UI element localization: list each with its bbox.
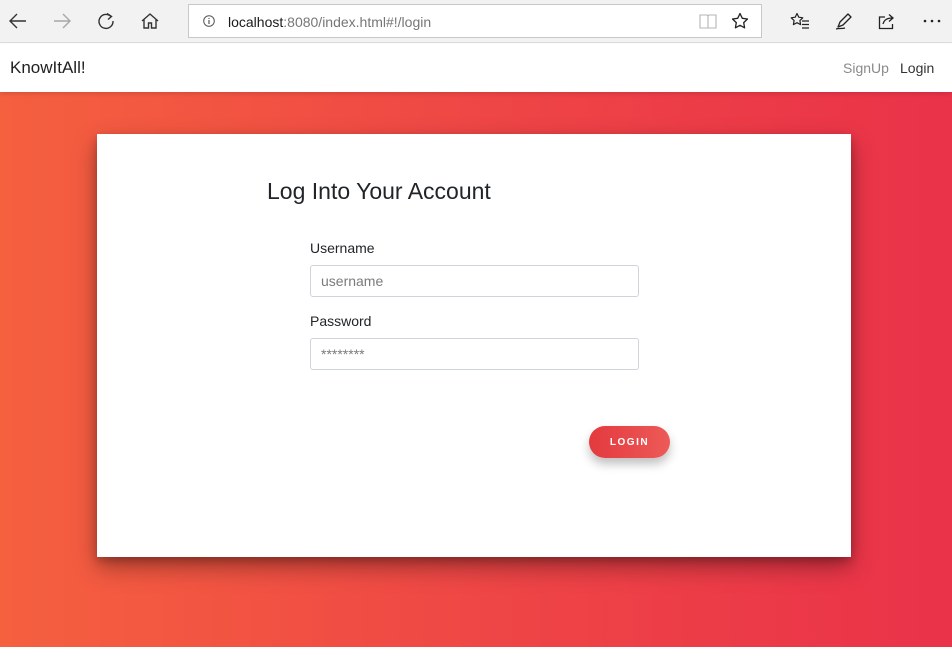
arrow-left-icon bbox=[9, 13, 26, 29]
favorites-button[interactable] bbox=[784, 6, 816, 36]
more-icon bbox=[923, 19, 941, 23]
url-path: :8080/index.html#!/login bbox=[283, 14, 432, 30]
arrow-right-icon bbox=[54, 13, 71, 29]
nav-link-login[interactable]: Login bbox=[900, 60, 934, 76]
password-input[interactable] bbox=[310, 338, 639, 370]
share-button[interactable] bbox=[871, 6, 903, 36]
forward-button[interactable] bbox=[46, 6, 78, 36]
address-bar[interactable]: localhost:8080/index.html#!/login bbox=[188, 4, 762, 38]
login-button[interactable]: LOGIN bbox=[589, 426, 670, 458]
back-button[interactable] bbox=[2, 6, 34, 36]
refresh-button[interactable] bbox=[90, 6, 122, 36]
more-button[interactable] bbox=[916, 6, 948, 36]
username-input[interactable] bbox=[310, 265, 639, 297]
login-card: Log Into Your Account Username Password … bbox=[97, 134, 851, 557]
notes-button[interactable] bbox=[828, 6, 860, 36]
pen-icon bbox=[835, 13, 852, 30]
url-text[interactable]: localhost:8080/index.html#!/login bbox=[228, 14, 431, 30]
url-host: localhost bbox=[228, 14, 284, 30]
page-title: Log Into Your Account bbox=[267, 178, 491, 204]
app-navbar: KnowItAll! SignUp Login bbox=[0, 44, 952, 92]
book-icon[interactable] bbox=[699, 13, 717, 29]
password-label: Password bbox=[310, 313, 372, 329]
brand-logo[interactable]: KnowItAll! bbox=[10, 58, 86, 78]
favorites-icon bbox=[790, 12, 809, 29]
info-icon[interactable] bbox=[203, 15, 215, 27]
star-icon[interactable] bbox=[731, 12, 749, 30]
share-icon bbox=[878, 13, 894, 29]
nav-link-signup[interactable]: SignUp bbox=[843, 60, 889, 76]
browser-toolbar: localhost:8080/index.html#!/login bbox=[0, 0, 952, 43]
username-label: Username bbox=[310, 240, 375, 256]
refresh-icon bbox=[98, 12, 114, 30]
home-icon bbox=[141, 13, 159, 29]
home-button[interactable] bbox=[134, 6, 166, 36]
